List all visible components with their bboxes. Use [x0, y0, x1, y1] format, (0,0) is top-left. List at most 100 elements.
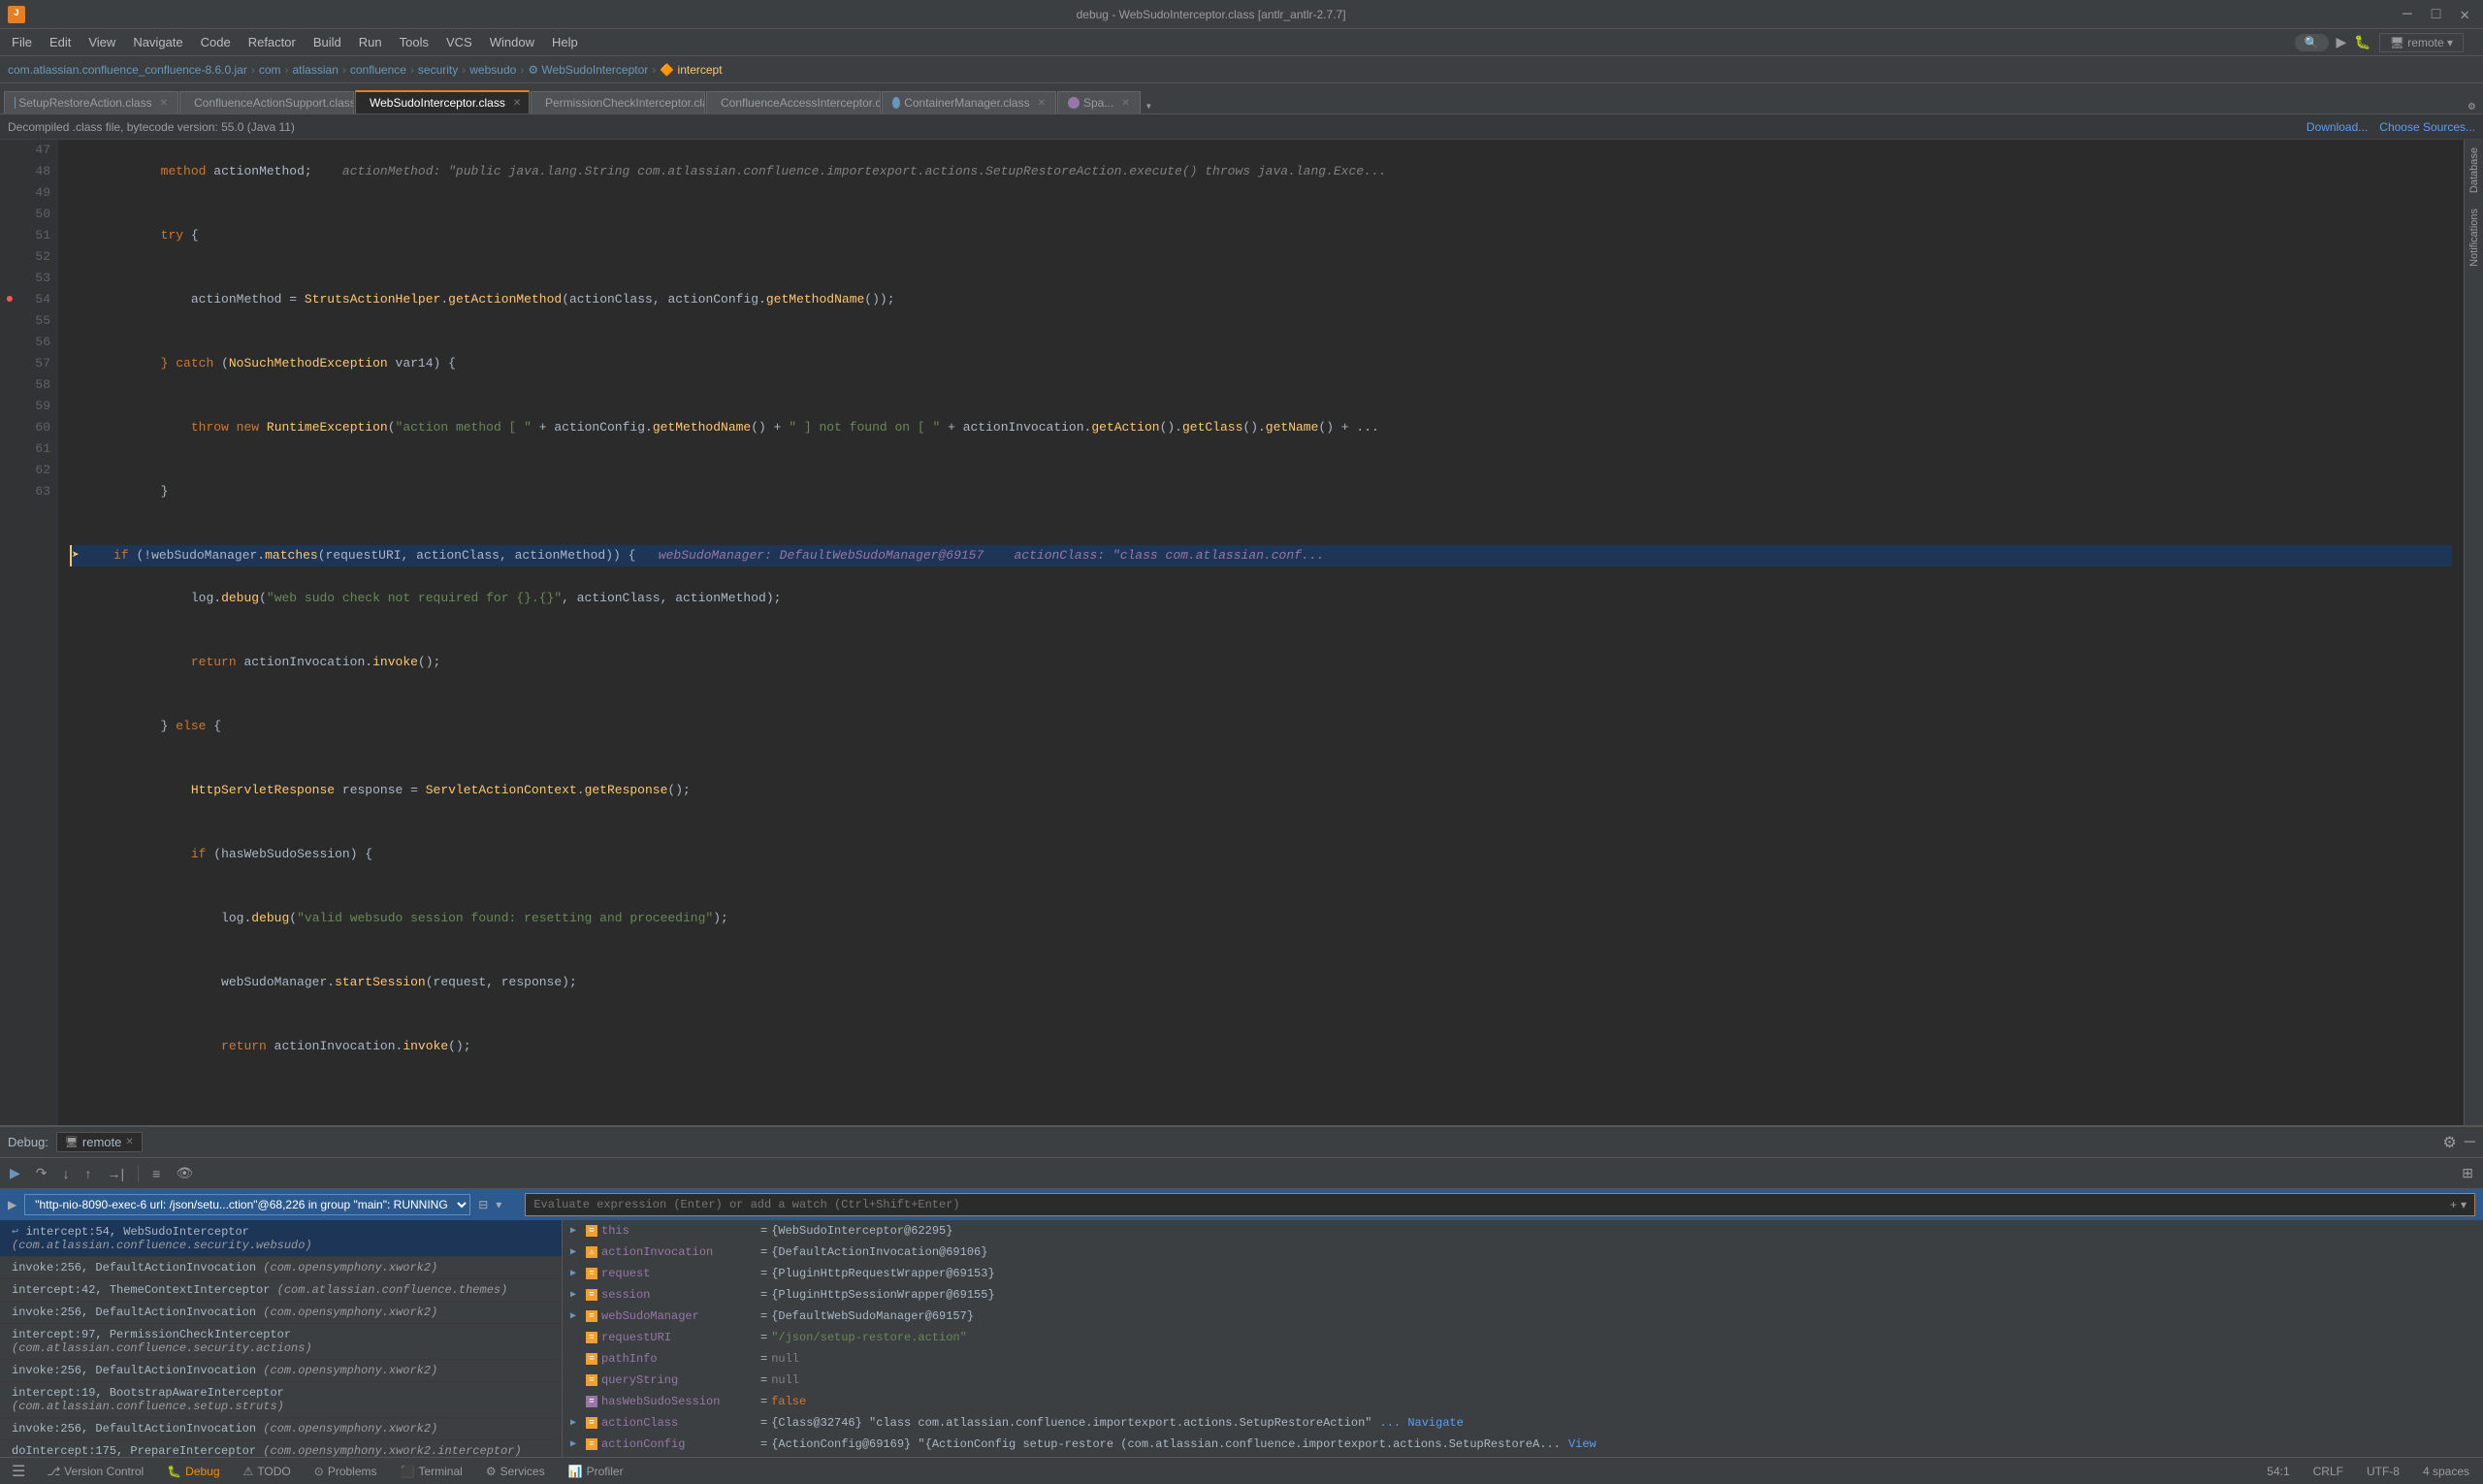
remote-label[interactable]: 🖥 remote ✕	[56, 1132, 143, 1152]
maximize-button[interactable]: □	[2426, 4, 2447, 25]
step-out-button[interactable]: ↑	[80, 1163, 98, 1184]
statusbar-services[interactable]: ⚙ Services	[480, 1463, 551, 1480]
run-to-cursor-button[interactable]: →|	[102, 1163, 131, 1184]
breadcrumb-security[interactable]: security	[418, 63, 458, 77]
restore-layout-button[interactable]: ⊞	[2456, 1162, 2479, 1184]
step-over-button[interactable]: ↷	[30, 1162, 53, 1184]
tab-settings-button[interactable]: ⚙	[2465, 99, 2479, 113]
expand-ac[interactable]: ▶	[570, 1417, 586, 1429]
statusbar-linecol[interactable]: 54:1	[2261, 1463, 2295, 1480]
resume-button[interactable]: ▶	[4, 1162, 26, 1184]
tab-container-manager[interactable]: ContainerManager.class ✕	[882, 91, 1056, 113]
var-session[interactable]: ▶ = session = {PluginHttpSessionWrapper@…	[563, 1284, 2483, 1306]
tab-close-1[interactable]: ✕	[160, 98, 168, 109]
statusbar-profiler[interactable]: 📊 Profiler	[563, 1463, 629, 1480]
stack-frame-8[interactable]: invoke:256, DefaultActionInvocation (com…	[0, 1418, 562, 1440]
statusbar-crlf[interactable]: CRLF	[2307, 1463, 2349, 1480]
run-button[interactable]: ▶	[2337, 34, 2347, 50]
thread-filter-button[interactable]: ⊟	[478, 1198, 488, 1211]
remote-dropdown[interactable]: 🖥 remote ▾	[2379, 33, 2464, 52]
notifications-panel-button[interactable]: Notifications	[2468, 201, 2480, 274]
view-link-config[interactable]: View	[1568, 1437, 1596, 1451]
stack-frame-6[interactable]: invoke:256, DefaultActionInvocation (com…	[0, 1360, 562, 1382]
menu-help[interactable]: Help	[544, 32, 586, 52]
menu-build[interactable]: Build	[306, 32, 349, 52]
var-request[interactable]: ▶ = request = {PluginHttpRequestWrapper@…	[563, 1263, 2483, 1284]
minimize-button[interactable]: ─	[2397, 4, 2418, 25]
menu-view[interactable]: View	[81, 32, 123, 52]
statusbar-indent[interactable]: 4 spaces	[2417, 1463, 2475, 1480]
debug-settings-button[interactable]: ⚙	[2442, 1133, 2456, 1152]
statusbar-terminal[interactable]: ⬛ Terminal	[395, 1463, 468, 1480]
close-button[interactable]: ✕	[2454, 3, 2475, 26]
tab-websudo-interceptor[interactable]: WebSudoInterceptor.class ✕	[355, 90, 530, 113]
var-action-invocation[interactable]: ▶ ⚠ actionInvocation = {DefaultActionInv…	[563, 1242, 2483, 1263]
code-content[interactable]: method actionMethod; actionMethod: "publ…	[58, 140, 2464, 1125]
more-tabs-button[interactable]: ▾	[1142, 99, 1156, 113]
breadcrumb-class[interactable]: ⚙ WebSudoInterceptor	[528, 63, 648, 77]
tab-permission-check[interactable]: PermissionCheckInterceptor.class ✕	[531, 91, 705, 113]
breadcrumb-jar[interactable]: com.atlassian.confluence_confluence-8.6.…	[8, 63, 247, 77]
database-panel-button[interactable]: Database	[2468, 140, 2480, 201]
step-into-button[interactable]: ↓	[57, 1163, 76, 1184]
stack-frame-5[interactable]: intercept:97, PermissionCheckInterceptor…	[0, 1324, 562, 1360]
expand-acfg[interactable]: ▶	[570, 1438, 586, 1450]
remote-close-icon[interactable]: ✕	[125, 1137, 133, 1147]
expression-bar[interactable]: + ▾	[525, 1193, 2475, 1216]
stack-frame-7[interactable]: intercept:19, BootstrapAwareInterceptor …	[0, 1382, 562, 1418]
choose-sources-link[interactable]: Choose Sources...	[2379, 120, 2475, 134]
breadcrumb-websudo[interactable]: websudo	[469, 63, 516, 77]
tab-confluence-action[interactable]: ConfluenceActionSupport.class ✕	[179, 91, 354, 113]
expand-request[interactable]: ▶	[570, 1268, 586, 1279]
tab-confluence-access[interactable]: ConfluenceAccessInterceptor.class ✕	[706, 91, 881, 113]
statusbar-todo[interactable]: ⚠ TODO	[238, 1463, 297, 1480]
download-link[interactable]: Download...	[2306, 120, 2368, 134]
var-has-websudo[interactable]: ▶ = hasWebSudoSession = false	[563, 1391, 2483, 1412]
breakpoint-54[interactable]: ●	[6, 292, 14, 307]
breadcrumb-atlassian[interactable]: atlassian	[293, 63, 339, 77]
statusbar-encoding[interactable]: UTF-8	[2361, 1463, 2405, 1480]
var-action-config[interactable]: ▶ = actionConfig = {ActionConfig@69169} …	[563, 1434, 2483, 1455]
tab-close-3[interactable]: ✕	[513, 98, 521, 109]
expand-wsm[interactable]: ▶	[570, 1310, 586, 1322]
navigate-link[interactable]: ... Navigate	[1380, 1416, 1464, 1430]
menu-file[interactable]: File	[4, 32, 40, 52]
tab-setup-restore[interactable]: SetupRestoreAction.class ✕	[4, 91, 178, 113]
statusbar-vcs[interactable]: ⎇ Version Control	[41, 1463, 149, 1480]
expand-action-invocation[interactable]: ▶	[570, 1246, 586, 1258]
debug-run-button[interactable]: 🐛	[2354, 34, 2370, 50]
stack-frame-2[interactable]: invoke:256, DefaultActionInvocation (com…	[0, 1257, 562, 1279]
thread-expand-button[interactable]: ▾	[496, 1198, 501, 1211]
var-request-uri[interactable]: ▶ = requestURI = "/json/setup-restore.ac…	[563, 1327, 2483, 1348]
tab-close-6[interactable]: ✕	[1038, 98, 1046, 109]
stack-frame-active[interactable]: ↩ intercept:54, WebSudoInterceptor (com.…	[0, 1220, 562, 1257]
menu-tools[interactable]: Tools	[392, 32, 436, 52]
watch-button[interactable]: 👁	[170, 1162, 199, 1184]
add-watch-button[interactable]: +	[2450, 1198, 2457, 1211]
menu-vcs[interactable]: VCS	[438, 32, 480, 52]
menu-window[interactable]: Window	[482, 32, 542, 52]
expression-expand-button[interactable]: ▾	[2461, 1198, 2467, 1211]
expand-session[interactable]: ▶	[570, 1289, 586, 1301]
var-path-info[interactable]: ▶ = pathInfo = null	[563, 1348, 2483, 1370]
debug-minimize-button[interactable]: ─	[2465, 1134, 2475, 1151]
breadcrumb-confluence[interactable]: confluence	[350, 63, 406, 77]
breadcrumb-method[interactable]: 🔶 intercept	[660, 63, 722, 77]
expand-this[interactable]: ▶	[570, 1225, 586, 1237]
search-bar[interactable]: 🔍	[2295, 34, 2329, 51]
stack-frame-3[interactable]: intercept:42, ThemeContextInterceptor (c…	[0, 1279, 562, 1302]
menu-code[interactable]: Code	[193, 32, 239, 52]
thread-selector[interactable]: "http-nio-8090-exec-6 url: /json/setu...…	[24, 1194, 470, 1215]
statusbar-debug[interactable]: 🐛 Debug	[161, 1463, 225, 1480]
statusbar-problems[interactable]: ⊙ Problems	[308, 1463, 383, 1480]
menu-edit[interactable]: Edit	[42, 32, 79, 52]
expression-input[interactable]	[533, 1198, 2446, 1211]
menu-navigate[interactable]: Navigate	[125, 32, 190, 52]
frames-button[interactable]: ≡	[146, 1163, 166, 1184]
var-query-string[interactable]: ▶ = queryString = null	[563, 1370, 2483, 1391]
var-this[interactable]: ▶ = this = {WebSudoInterceptor@62295}	[563, 1220, 2483, 1242]
var-websudo-manager[interactable]: ▶ = webSudoManager = {DefaultWebSudoMana…	[563, 1306, 2483, 1327]
menu-run[interactable]: Run	[351, 32, 390, 52]
project-view-button[interactable]: ☰	[8, 1460, 29, 1483]
code-editor[interactable]: ● 47 48 49 50 51 52 53 54 55 56 57 58 59…	[0, 140, 2464, 1125]
